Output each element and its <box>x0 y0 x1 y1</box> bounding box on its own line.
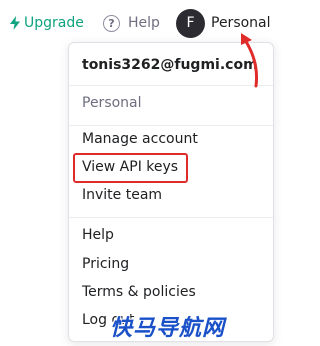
watermark: 快马导航网 <box>110 316 226 341</box>
menu-item-manage-account[interactable]: Manage account <box>82 131 198 147</box>
top-bar: Upgrade ? Help F Personal <box>0 0 276 46</box>
red-arrow-annotation <box>241 33 258 88</box>
upgrade-button[interactable]: Upgrade <box>10 12 84 34</box>
menu-item-help[interactable]: Help <box>82 227 114 243</box>
menu-divider <box>69 125 273 126</box>
menu-email: tonis3262@fugmi.com <box>82 57 258 73</box>
menu-item-invite-team[interactable]: Invite team <box>82 187 162 203</box>
menu-item-terms-policies[interactable]: Terms & policies <box>82 284 196 300</box>
highlight-box <box>73 153 188 183</box>
lightning-bolt-icon <box>10 16 20 30</box>
question-circle-icon: ? <box>103 14 120 32</box>
avatar: F <box>176 8 205 38</box>
menu-item-pricing[interactable]: Pricing <box>82 256 129 272</box>
account-label: Personal <box>211 15 271 31</box>
menu-divider <box>69 217 273 218</box>
upgrade-label: Upgrade <box>24 15 84 31</box>
menu-org-label: Personal <box>82 95 142 111</box>
help-button[interactable]: ? Help <box>103 12 160 34</box>
help-label: Help <box>128 15 160 31</box>
